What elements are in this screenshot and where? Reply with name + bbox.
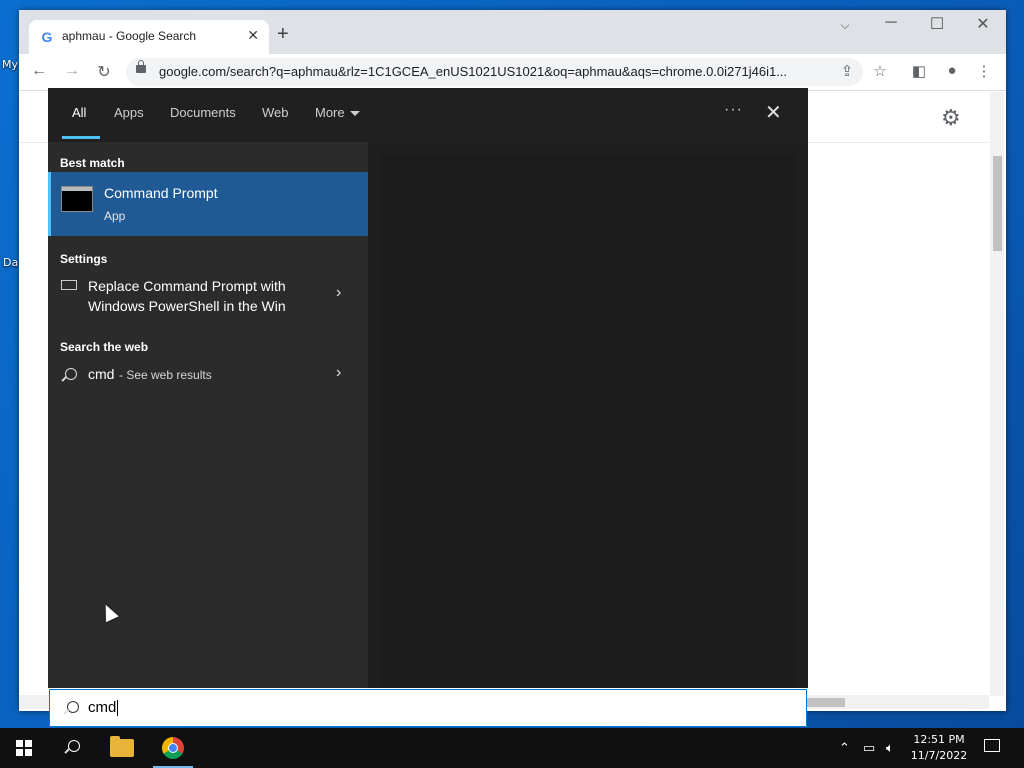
results-list: Best match Command Prompt App Settings R…	[48, 142, 368, 688]
search-icon	[65, 368, 77, 380]
chevron-right-icon[interactable]: ›	[336, 284, 341, 302]
network-icon[interactable]: ▭	[863, 740, 875, 756]
best-match-result[interactable]: Command Prompt App	[48, 172, 368, 236]
share-icon[interactable]: ⇪	[837, 62, 857, 80]
bookmark-star-icon[interactable]: ☆	[870, 62, 890, 80]
clock-time: 12:51 PM	[913, 733, 965, 746]
close-icon[interactable]: ✕	[765, 100, 782, 125]
minimize-button[interactable]: ─	[877, 14, 905, 32]
filter-more[interactable]: More	[315, 105, 360, 120]
back-arrow-icon[interactable]: ←	[29, 62, 49, 80]
chrome-icon	[162, 737, 184, 759]
monitor-icon	[61, 280, 77, 290]
result-kind: App	[104, 209, 126, 223]
chevron-up-icon[interactable]: ⌃	[839, 740, 850, 756]
logo-pane	[25, 749, 32, 756]
side-panel-icon[interactable]: ◧	[909, 62, 929, 80]
active-filter-indicator	[62, 136, 100, 139]
search-input[interactable]: cmd	[49, 689, 807, 727]
section-best-match: Best match	[60, 156, 125, 170]
lock-icon[interactable]	[136, 60, 146, 73]
maximize-button[interactable]: ☐	[923, 14, 951, 34]
tab-title: aphmau - Google Search	[62, 29, 197, 43]
filter-web[interactable]: Web	[262, 105, 289, 120]
web-result-hint: - See web results	[119, 368, 212, 382]
address-url[interactable]: google.com/search?q=aphmau&rlz=1C1GCEA_e…	[159, 64, 829, 79]
file-explorer-icon[interactable]	[110, 736, 134, 757]
settings-result-line: Replace Command Prompt with	[88, 278, 286, 294]
web-search-result[interactable]: cmd - See web results ›	[48, 360, 368, 388]
profile-avatar-icon[interactable]: ●	[942, 62, 962, 79]
more-options-icon[interactable]: ···	[724, 101, 743, 119]
chevron-down-icon	[349, 111, 360, 117]
tab-search-icon[interactable]: ⌵	[831, 18, 859, 33]
chevron-right-icon[interactable]: ›	[336, 364, 341, 382]
filter-documents[interactable]: Documents	[170, 105, 236, 120]
menu-kebab-icon[interactable]: ⋮	[974, 62, 994, 80]
logo-pane	[16, 740, 23, 747]
address-bar[interactable]: google.com/search?q=aphmau&rlz=1C1GCEA_e…	[126, 58, 863, 86]
taskbar: ⌃ ▭ 🔈︎ 12:51 PM 11/7/2022	[0, 728, 1024, 768]
section-search-web: Search the web	[60, 340, 149, 354]
taskbar-search-icon[interactable]	[68, 740, 80, 752]
windows-start-icon[interactable]	[16, 740, 32, 756]
logo-pane	[16, 749, 23, 756]
scroll-thumb[interactable]	[993, 156, 1002, 251]
settings-result-text: Replace Command Prompt with Windows Powe…	[88, 276, 318, 316]
command-prompt-icon	[61, 186, 93, 212]
preview-pane	[380, 154, 796, 688]
desktop-icon-label[interactable]: My	[2, 58, 18, 71]
browser-toolbar: ← → ↻ google.com/search?q=aphmau&rlz=1C1…	[19, 54, 1006, 91]
vertical-scrollbar[interactable]	[990, 92, 1004, 696]
scroll-thumb[interactable]	[805, 698, 845, 707]
search-icon	[67, 701, 79, 713]
close-window-button[interactable]: ✕	[969, 14, 997, 34]
search-filter-bar: All Apps Documents Web More ··· ✕	[48, 88, 808, 142]
browser-tab[interactable]: G aphmau - Google Search ✕	[29, 20, 269, 54]
search-query[interactable]: cmd	[88, 699, 118, 716]
filter-more-label: More	[315, 105, 345, 120]
system-clock[interactable]: 12:51 PM 11/7/2022	[908, 732, 970, 764]
start-search-panel: All Apps Documents Web More ··· ✕ Best m…	[48, 88, 808, 688]
volume-icon[interactable]: 🔈︎	[886, 740, 894, 756]
result-name: Command Prompt	[104, 185, 218, 201]
desktop-icon-label[interactable]: Da	[3, 256, 18, 269]
new-tab-button[interactable]: +	[277, 24, 289, 44]
logo-pane	[25, 740, 32, 747]
google-favicon-icon: G	[41, 29, 53, 45]
settings-result[interactable]: Replace Command Prompt with Windows Powe…	[48, 272, 368, 320]
settings-result-line: Windows PowerShell in the Win	[88, 298, 286, 314]
close-tab-icon[interactable]: ✕	[247, 27, 259, 44]
chrome-taskbar-button[interactable]	[153, 728, 193, 768]
web-query: cmd	[88, 366, 115, 382]
tab-strip: G aphmau - Google Search ✕ + ⌵ ─ ☐ ✕	[19, 10, 1006, 54]
section-settings: Settings	[60, 252, 108, 266]
notification-icon[interactable]	[984, 739, 1000, 752]
filter-all[interactable]: All	[72, 105, 86, 120]
reload-icon[interactable]: ↻	[94, 62, 114, 82]
filter-apps[interactable]: Apps	[114, 105, 144, 120]
forward-arrow-icon[interactable]: →	[62, 62, 82, 80]
clock-date: 11/7/2022	[910, 749, 968, 762]
settings-gear-icon[interactable]: ⚙	[941, 105, 961, 131]
